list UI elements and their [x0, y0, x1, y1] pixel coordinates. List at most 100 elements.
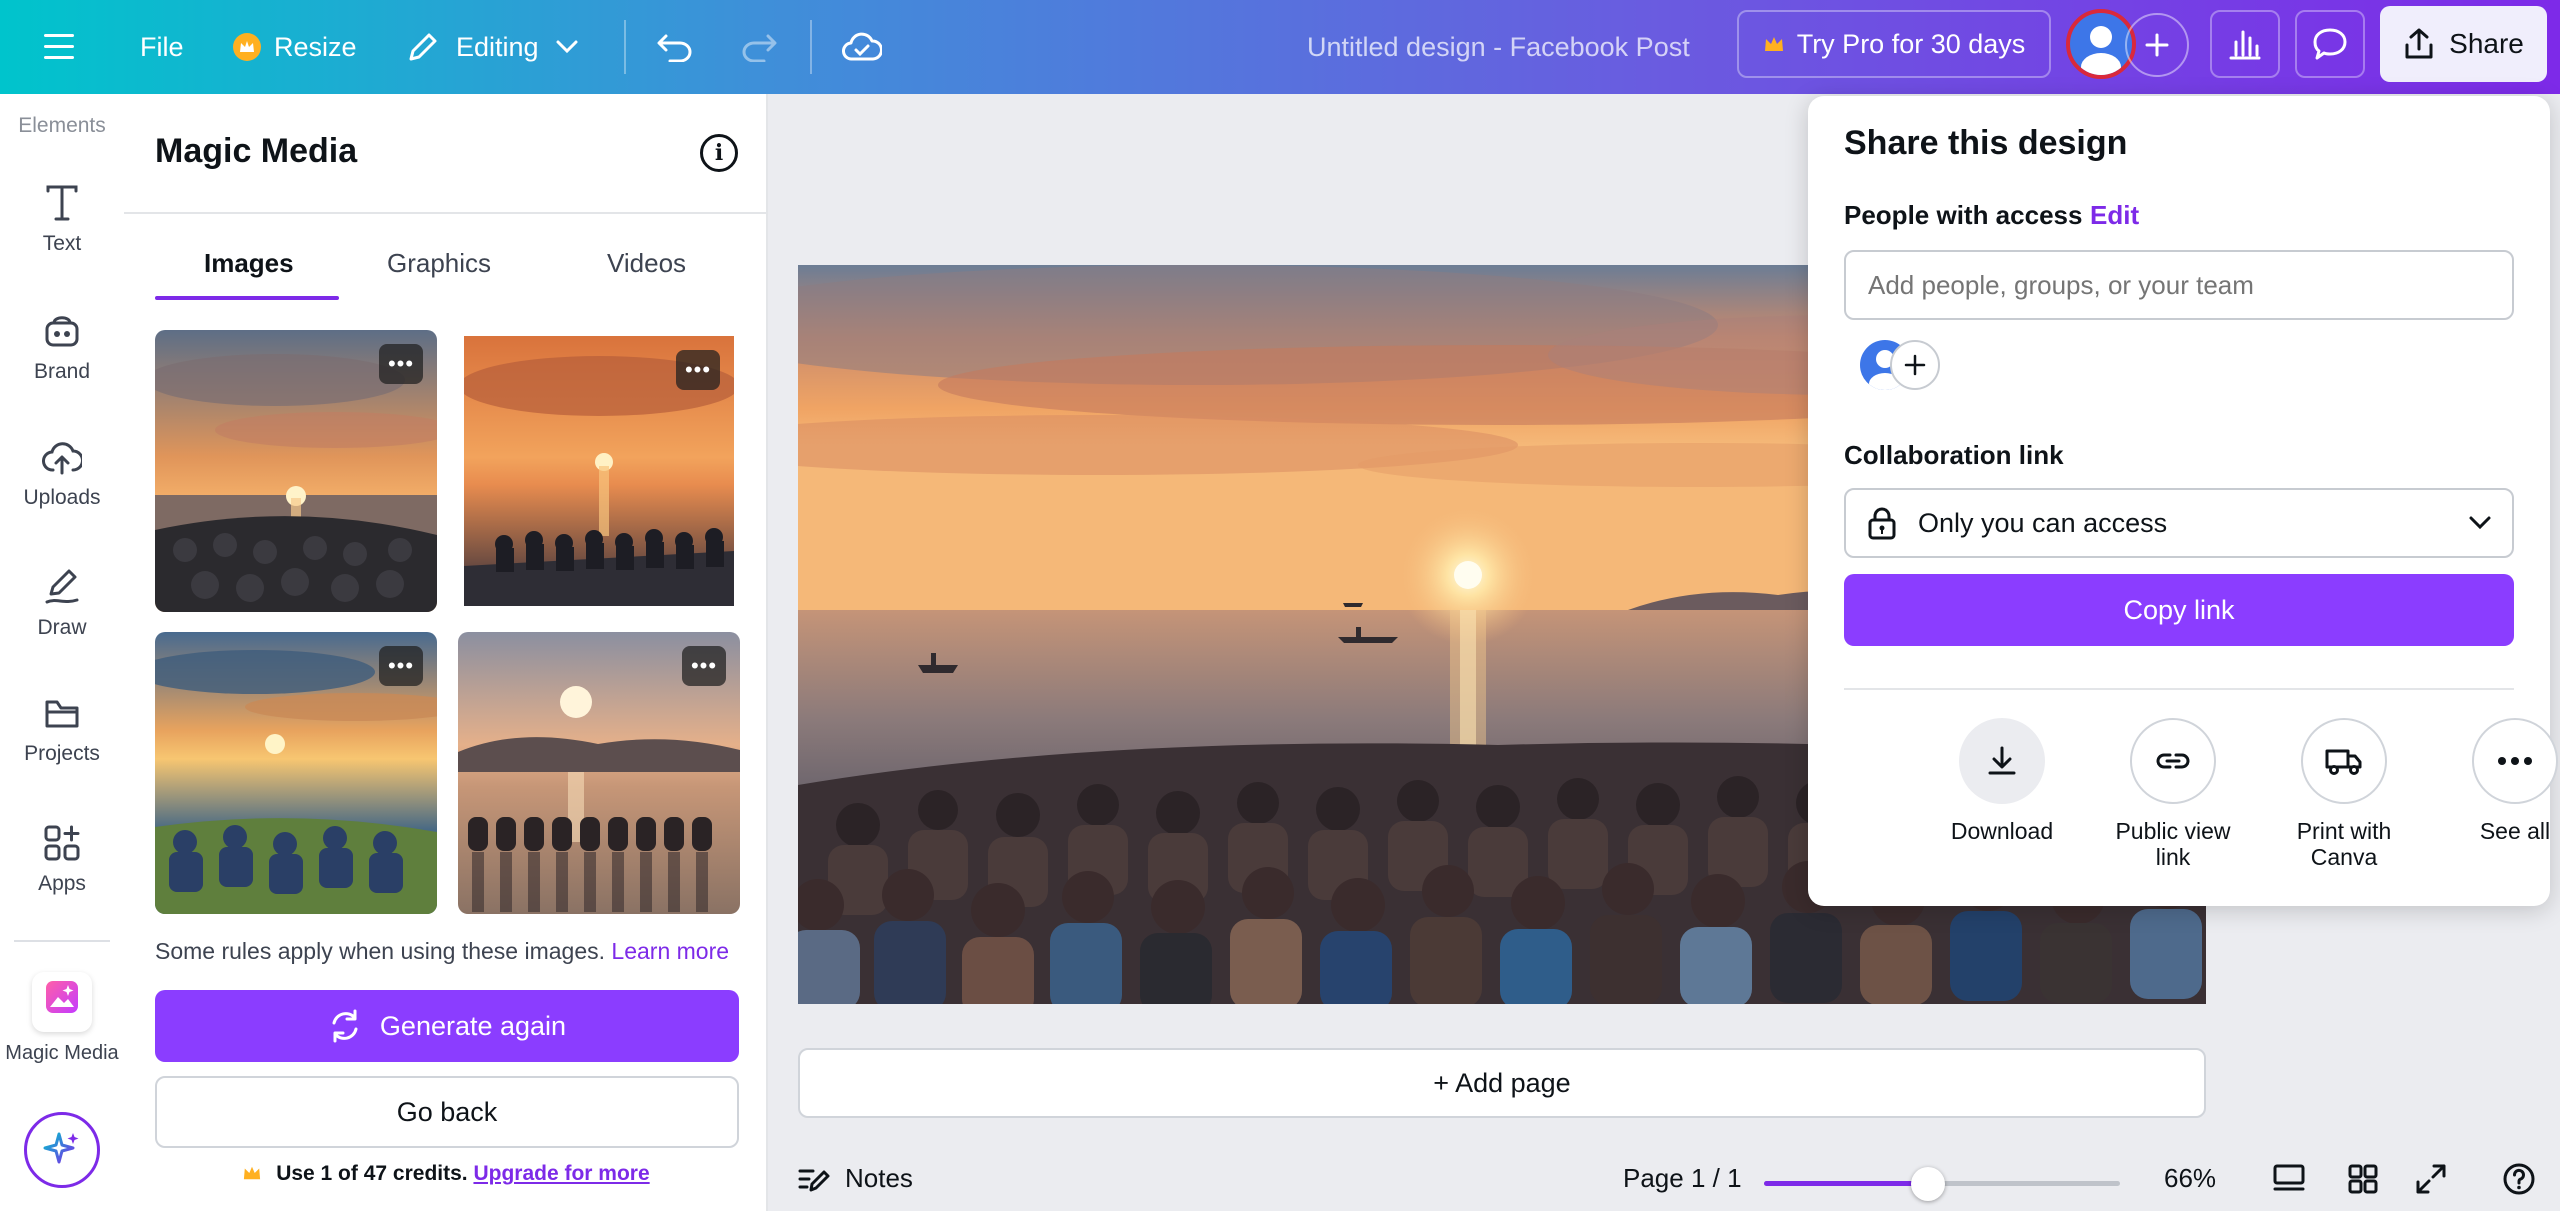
see-all-action[interactable]: See all — [2435, 718, 2560, 844]
more-icon: ••• — [690, 653, 718, 678]
rail-item-projects[interactable]: Projects — [0, 696, 124, 766]
print-with-canva-action[interactable]: Print with Canva — [2264, 718, 2424, 871]
comments-button[interactable] — [2295, 10, 2365, 78]
file-menu[interactable]: File — [140, 0, 184, 94]
upgrade-link[interactable]: Upgrade for more — [473, 1162, 649, 1185]
public-link-label: Public view link — [2115, 818, 2231, 871]
grid-view-button[interactable] — [2347, 1146, 2379, 1211]
rail-item-text[interactable]: Text — [0, 184, 124, 256]
add-collaborator-button[interactable] — [2125, 13, 2189, 77]
try-pro-button[interactable]: Try Pro for 30 days — [1737, 10, 2051, 78]
add-people-input[interactable] — [1844, 250, 2514, 320]
try-pro-label: Try Pro for 30 days — [1796, 28, 2026, 59]
help-button[interactable] — [2502, 1146, 2536, 1211]
zoom-percent[interactable]: 66% — [2164, 1146, 2216, 1211]
notes-icon — [798, 1169, 830, 1191]
add-page-button[interactable]: + Add page — [798, 1048, 2206, 1118]
pages-view-icon — [2273, 1164, 2305, 1190]
public-view-link-action[interactable]: Public view link — [2093, 718, 2253, 871]
save-status-button[interactable] — [842, 0, 882, 94]
redo-button[interactable] — [740, 0, 778, 94]
rail-item-magic-media[interactable]: Magic Media — [0, 972, 124, 1065]
rail-item-label: Draw — [37, 616, 87, 639]
chevron-down-icon — [2469, 516, 2491, 530]
page-view-button[interactable] — [2272, 1146, 2306, 1211]
go-back-button[interactable]: Go back — [155, 1076, 739, 1148]
notes-button[interactable]: Notes — [797, 1146, 913, 1211]
page-indicator[interactable]: Page 1 / 1 — [1623, 1146, 1742, 1211]
link-icon — [2156, 753, 2190, 769]
magic-assistant-button[interactable] — [24, 1112, 100, 1188]
tab-graphics[interactable]: Graphics — [387, 248, 491, 279]
panel-divider — [124, 212, 768, 214]
share-button[interactable]: Share — [2380, 6, 2547, 82]
link-access-dropdown[interactable]: Only you can access — [1844, 488, 2514, 558]
rail-item-apps[interactable]: Apps — [0, 824, 124, 896]
resize-label: Resize — [274, 31, 357, 62]
share-popover: Share this design People with access Edi… — [1808, 96, 2558, 906]
editing-mode-dropdown[interactable]: Editing — [406, 0, 579, 94]
fullscreen-button[interactable] — [2415, 1146, 2447, 1211]
info-button[interactable]: i — [700, 134, 738, 172]
generated-image-2[interactable]: ••• — [464, 336, 734, 606]
user-icon — [2081, 26, 2121, 75]
resize-button[interactable]: Resize — [232, 0, 357, 94]
tab-videos[interactable]: Videos — [607, 248, 686, 279]
cloud-check-icon — [842, 32, 882, 61]
zoom-slider-handle[interactable] — [1910, 1167, 1945, 1201]
add-person-button[interactable] — [1890, 340, 1940, 390]
rail-item-label: Projects — [24, 742, 100, 765]
learn-more-link[interactable]: Learn more — [611, 938, 729, 964]
edit-access-link[interactable]: Edit — [2090, 200, 2139, 231]
rail-item-elements[interactable]: Elements — [0, 114, 124, 138]
generated-image-1[interactable]: ••• — [155, 330, 437, 612]
pencil-icon — [409, 33, 437, 61]
rail-item-draw[interactable]: Draw — [0, 568, 124, 640]
notes-label: Notes — [845, 1163, 913, 1193]
people-with-access-label: People with access — [1844, 200, 2083, 230]
rail-item-label: Text — [42, 232, 82, 255]
undo-button[interactable] — [656, 0, 694, 94]
divider — [810, 20, 812, 74]
generated-image-4[interactable]: ••• — [458, 632, 740, 914]
sparkle-icon — [43, 1132, 79, 1164]
rail-item-label: Brand — [33, 360, 91, 383]
generate-again-button[interactable]: Generate again — [155, 990, 739, 1062]
popover-divider — [1844, 688, 2514, 690]
upload-share-icon — [2405, 28, 2433, 59]
chevron-down-icon — [556, 40, 578, 54]
more-icon: ••• — [387, 351, 415, 376]
generated-image-3[interactable]: ••• — [155, 632, 437, 914]
more-options-button[interactable]: ••• — [676, 350, 720, 390]
more-options-button[interactable]: ••• — [379, 646, 423, 686]
magic-media-icon — [46, 981, 78, 1013]
print-circle — [2301, 718, 2387, 804]
link-access-value: Only you can access — [1918, 507, 2168, 538]
text-icon — [46, 185, 78, 221]
divider — [624, 20, 626, 74]
plus-icon — [2145, 33, 2169, 57]
rules-text: Some rules apply when using these images… — [155, 938, 606, 964]
lock-icon — [1868, 507, 1896, 540]
folder-icon — [45, 700, 79, 728]
see-all-label: See all — [2479, 818, 2551, 844]
insights-button[interactable] — [2210, 10, 2280, 78]
top-bar: File Resize Editing Untitled design - Fa… — [0, 0, 2560, 94]
share-label: Share — [2449, 28, 2524, 59]
rail-item-brand[interactable]: Brand — [0, 312, 124, 384]
collaboration-link-label: Collaboration link — [1844, 440, 2064, 470]
menu-button[interactable] — [44, 0, 80, 94]
rail-item-label: Magic Media — [5, 1042, 119, 1064]
rail-item-label: Elements — [18, 114, 106, 137]
tab-images[interactable]: Images — [204, 248, 294, 279]
more-options-button[interactable]: ••• — [682, 646, 726, 686]
copy-link-button[interactable]: Copy link — [1844, 574, 2514, 646]
help-icon — [2503, 1163, 2535, 1194]
design-title[interactable]: Untitled design - Facebook Post — [1307, 0, 1690, 94]
download-action[interactable]: Download — [1922, 718, 2082, 844]
grid-icon — [2348, 1164, 2378, 1193]
rail-item-uploads[interactable]: Uploads — [0, 440, 124, 510]
plus-icon — [1904, 354, 1926, 376]
more-options-button[interactable]: ••• — [379, 344, 423, 384]
generate-again-label: Generate again — [379, 1010, 567, 1041]
